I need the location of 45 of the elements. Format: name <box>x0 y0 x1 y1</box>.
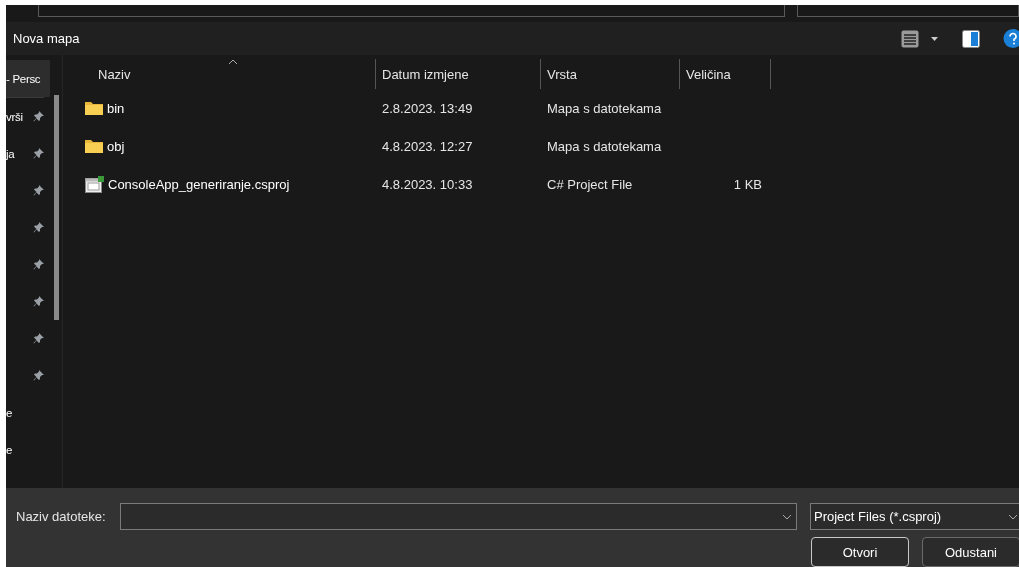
folder-icon <box>85 101 103 115</box>
scrollbar-thumb[interactable] <box>53 95 59 320</box>
cancel-button[interactable]: Odustani <box>922 537 1019 567</box>
pin-icon[interactable] <box>33 296 44 307</box>
pin-icon[interactable] <box>33 222 44 233</box>
modified-date: 4.8.2023. 10:33 <box>382 176 473 192</box>
address-field[interactable] <box>38 5 785 17</box>
pin-icon[interactable] <box>33 148 44 159</box>
file-type-dropdown[interactable]: Project Files (*.csproj) <box>810 503 1019 530</box>
file-size: 1 KB <box>733 176 762 192</box>
pin-icon[interactable] <box>33 370 44 381</box>
open-button[interactable]: Otvori <box>811 537 909 567</box>
chevron-down-icon <box>1008 513 1018 520</box>
pin-icon[interactable] <box>33 259 44 270</box>
folder-icon <box>85 139 103 153</box>
file-name[interactable]: bin <box>107 100 125 116</box>
sidebar-item[interactable]: ja <box>6 135 50 172</box>
pin-icon[interactable] <box>33 333 44 344</box>
help-icon[interactable] <box>1003 29 1019 48</box>
column-header[interactable]: Naziv <box>63 59 376 89</box>
modified-date: 4.8.2023. 12:27 <box>382 138 473 154</box>
file-type: C# Project File <box>547 176 633 192</box>
pin-icon[interactable] <box>33 185 44 196</box>
list-view-icon[interactable] <box>901 29 919 48</box>
file-name[interactable]: obj <box>107 138 125 154</box>
file-type: Mapa s datotekama <box>547 100 662 116</box>
column-header[interactable]: Datum izmjene <box>376 59 541 89</box>
file-name[interactable]: ConsoleApp_generiranje.csproj <box>108 176 290 192</box>
pin-icon[interactable] <box>33 111 44 122</box>
filename-field[interactable] <box>120 503 797 530</box>
sidebar-item[interactable]: vrši <box>6 98 50 135</box>
sidebar-item[interactable]: e <box>6 394 50 431</box>
sidebar-item[interactable]: e <box>6 431 50 468</box>
project-file-icon <box>85 175 104 193</box>
column-header[interactable]: Vrsta <box>541 59 680 89</box>
modified-date: 2.8.2023. 13:49 <box>382 100 473 116</box>
preview-pane-icon[interactable] <box>962 29 980 48</box>
caret-icon[interactable] <box>931 36 938 41</box>
new-folder-button[interactable]: Nova mapa <box>13 31 80 46</box>
chevron-down-icon <box>782 513 792 520</box>
sidebar-item[interactable]: - Persc <box>6 60 50 97</box>
filename-label: Naziv datoteke: <box>16 509 107 524</box>
column-header[interactable]: Veličina <box>680 59 771 89</box>
search-field[interactable] <box>797 5 1019 17</box>
file-type: Mapa s datotekama <box>547 138 662 154</box>
